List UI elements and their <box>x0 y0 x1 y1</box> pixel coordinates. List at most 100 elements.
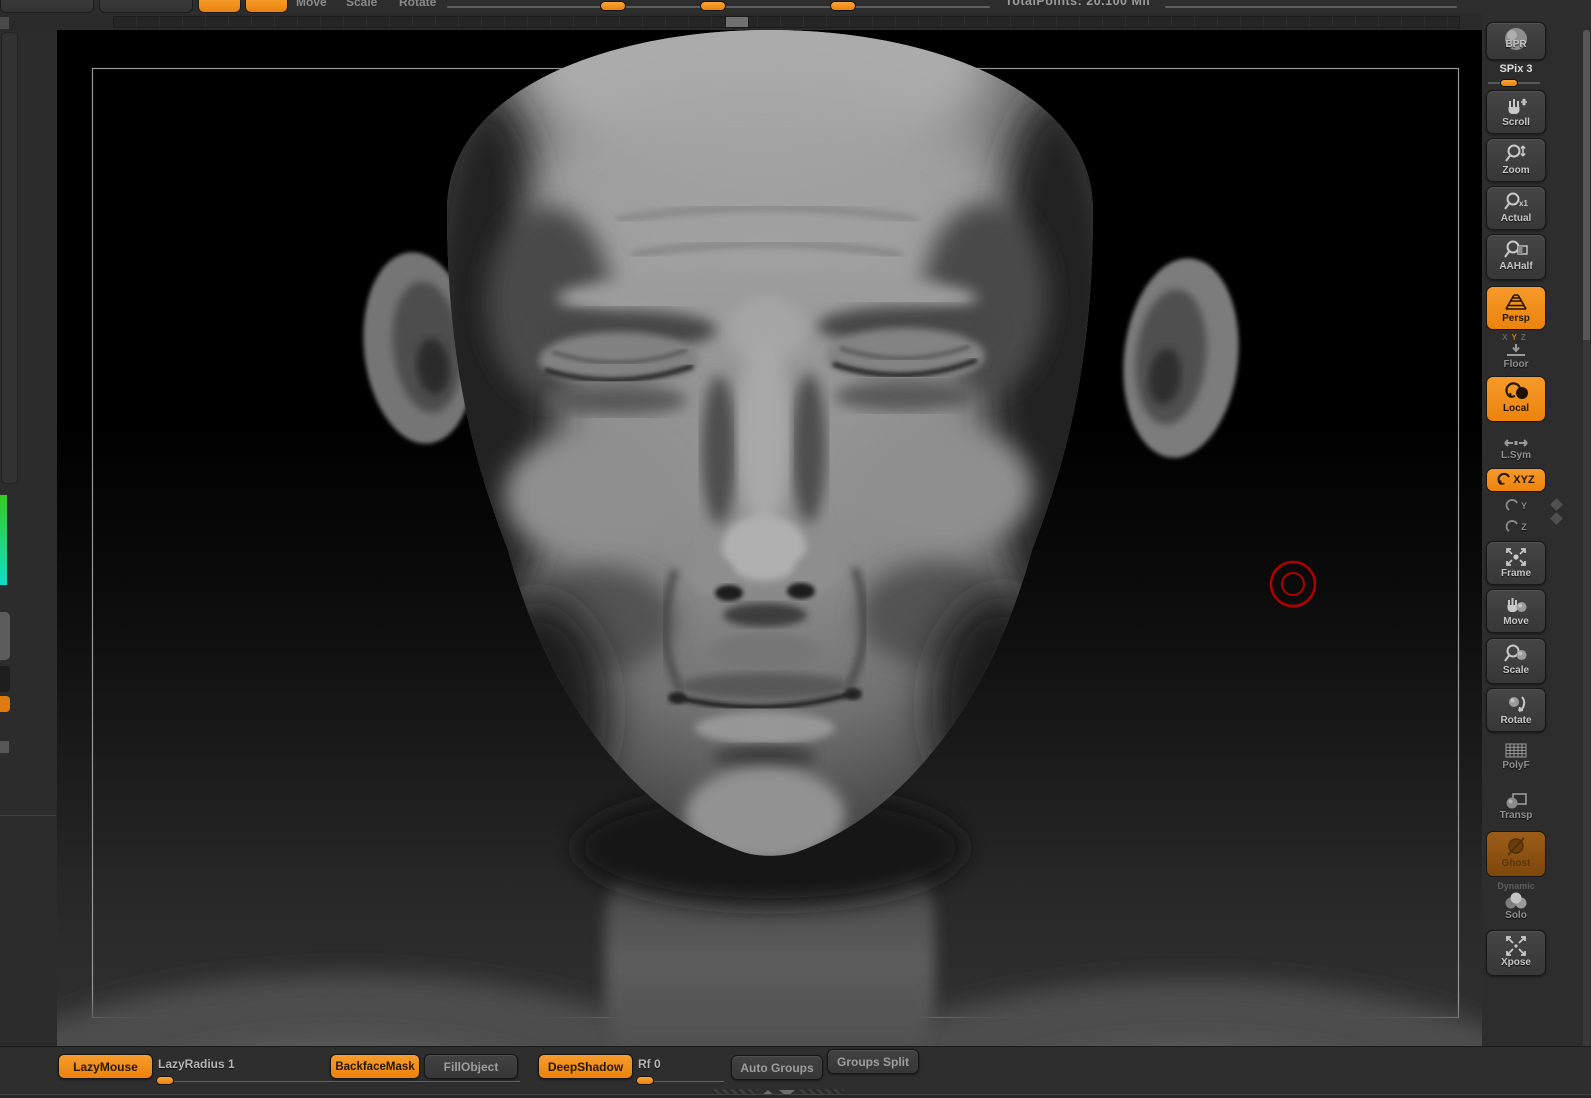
frame-button[interactable]: Frame <box>1486 541 1546 585</box>
draw-mode-button[interactable] <box>245 0 288 13</box>
axis-z-toggle[interactable]: Z <box>1521 333 1530 342</box>
local-label: Local <box>1502 403 1530 414</box>
top-shelf-button-1[interactable] <box>0 0 94 13</box>
svg-text:x1: x1 <box>1519 199 1528 208</box>
rf-label: Rf <box>638 1057 651 1071</box>
rotate-z-label: Z <box>1521 521 1527 532</box>
auto-groups-label: Auto Groups <box>740 1060 814 1075</box>
total-points-readout: TotalPoints: 20.100 Mil <box>1005 0 1151 8</box>
persp-button[interactable]: Persp <box>1486 286 1546 330</box>
axis-x-toggle[interactable]: X <box>1502 333 1511 342</box>
color-picker-hue-strip[interactable] <box>0 495 7 585</box>
axis-y-toggle[interactable]: Y <box>1512 333 1521 342</box>
lazyradius-label: LazyRadius <box>158 1057 225 1071</box>
scale-mode-label[interactable]: Scale <box>346 0 377 9</box>
rotate-y-button[interactable]: Y <box>1486 497 1546 515</box>
slider-handle-2[interactable] <box>700 1 726 11</box>
bpr-button[interactable]: BPR <box>1486 22 1546 60</box>
local-pivot-icon <box>1505 382 1528 399</box>
left-shelf-divider <box>0 815 56 816</box>
timeline-row <box>0 14 1591 30</box>
rotate-mode-label[interactable]: Rotate <box>399 0 436 9</box>
left-palette-edge[interactable] <box>1 32 18 484</box>
spix-slider-handle[interactable] <box>1500 79 1518 87</box>
deepshadow-label: DeepShadow <box>547 1059 624 1074</box>
rotate-sphere-icon <box>1509 696 1526 712</box>
timeline-track[interactable] <box>113 16 1460 28</box>
left-swatch-dark[interactable] <box>0 666 10 692</box>
xpose-button[interactable]: Xpose <box>1486 930 1546 976</box>
deepshadow-button[interactable]: DeepShadow <box>538 1054 633 1079</box>
slider-handle-3[interactable] <box>830 1 856 11</box>
groups-split-label: Groups Split <box>837 1054 909 1069</box>
solo-button[interactable]: Solo <box>1486 892 1546 924</box>
lazyradius-slider-label: LazyRadius 1 <box>158 1057 235 1071</box>
fillobject-button[interactable]: FillObject <box>424 1054 518 1079</box>
bpr-label: BPR <box>1505 39 1527 50</box>
rotate-z-button[interactable]: Z <box>1486 518 1546 536</box>
zbrush-window: Move Scale Rotate TotalPoints: 20.100 Mi… <box>0 0 1591 1098</box>
transp-button[interactable]: Transp <box>1486 790 1546 826</box>
timeline-left-cap[interactable] <box>0 17 9 29</box>
scroll-label: Scroll <box>1502 117 1530 128</box>
rf-slider-handle[interactable] <box>636 1076 654 1085</box>
brush-cursor <box>1269 560 1317 608</box>
ghost-button[interactable]: Ghost <box>1486 831 1546 877</box>
scroll-button[interactable]: Scroll <box>1486 90 1546 134</box>
xyz-rotation-button[interactable]: XYZ <box>1486 468 1546 492</box>
lazyradius-slider-handle[interactable] <box>156 1076 174 1085</box>
aahalf-button[interactable]: AAHalf <box>1486 234 1546 280</box>
magnifier-1x-icon: x1 <box>1504 192 1528 210</box>
tray-divider-handle-top[interactable] <box>1550 498 1563 511</box>
top-shelf-button-2[interactable] <box>99 0 193 13</box>
frame-fit-icon <box>1506 548 1526 566</box>
rotate-y-label: Y <box>1520 500 1527 511</box>
move-mode-label[interactable]: Move <box>296 0 327 9</box>
floor-arrow-icon <box>1507 344 1525 356</box>
rotate-xyz-icon <box>1497 472 1511 485</box>
floor-button[interactable]: Floor <box>1486 343 1546 371</box>
xpose-label: Xpose <box>1500 957 1531 968</box>
axis-toggle-row[interactable]: XYZ <box>1486 333 1546 342</box>
rotate-y-icon <box>1505 499 1518 511</box>
scale-button[interactable]: Scale <box>1486 638 1546 684</box>
fillobject-label: FillObject <box>443 1059 499 1074</box>
local-button[interactable]: Local <box>1486 376 1546 422</box>
edit-mode-button[interactable] <box>198 0 241 13</box>
rotate-label: Rotate <box>1500 715 1532 726</box>
persp-label: Persp <box>1502 313 1530 324</box>
bottom-window-edge <box>0 1094 1591 1098</box>
hand-pan-icon <box>1508 98 1527 114</box>
left-swatch-orange[interactable] <box>0 696 10 712</box>
zoom-label: Zoom <box>1502 165 1530 176</box>
groups-split-button[interactable]: Groups Split <box>827 1049 919 1074</box>
left-swatch-gray[interactable] <box>0 612 10 660</box>
actual-button[interactable]: x1 Actual <box>1486 186 1546 230</box>
timeline-scrubber[interactable] <box>725 16 749 28</box>
rf-slider-label: Rf 0 <box>638 1057 661 1071</box>
top-slider-track-2[interactable] <box>1165 6 1457 8</box>
right-scrollbar-thumb[interactable] <box>1583 30 1590 340</box>
left-small-handle[interactable] <box>0 741 9 753</box>
ghost-sphere-icon <box>1507 837 1525 856</box>
spix-value: 3 <box>1526 63 1533 75</box>
ghost-label: Ghost <box>1501 858 1531 869</box>
sculpt-head-render <box>57 30 1482 1046</box>
lazymouse-button[interactable]: LazyMouse <box>58 1054 153 1079</box>
tray-divider-handle-bottom[interactable] <box>1550 512 1563 525</box>
rotate-button[interactable]: Rotate <box>1486 688 1546 732</box>
move-button[interactable]: Move <box>1486 589 1546 633</box>
lazymouse-label: LazyMouse <box>73 1059 138 1074</box>
sculpt-canvas[interactable] <box>57 30 1482 1046</box>
lsym-button[interactable]: L.Sym <box>1486 436 1546 464</box>
rotate-z-icon <box>1505 520 1519 532</box>
zoom-button[interactable]: Zoom <box>1486 138 1546 182</box>
backfacemask-button[interactable]: BackfaceMask <box>330 1054 420 1079</box>
move-label: Move <box>1503 616 1529 627</box>
auto-groups-button[interactable]: Auto Groups <box>731 1055 823 1080</box>
xyz-label: XYZ <box>1513 473 1535 486</box>
lsym-label: L.Sym <box>1500 450 1531 461</box>
slider-handle-1[interactable] <box>600 1 626 11</box>
lazyradius-slider-track[interactable] <box>157 1081 520 1082</box>
polyf-button[interactable]: PolyF <box>1486 740 1546 776</box>
